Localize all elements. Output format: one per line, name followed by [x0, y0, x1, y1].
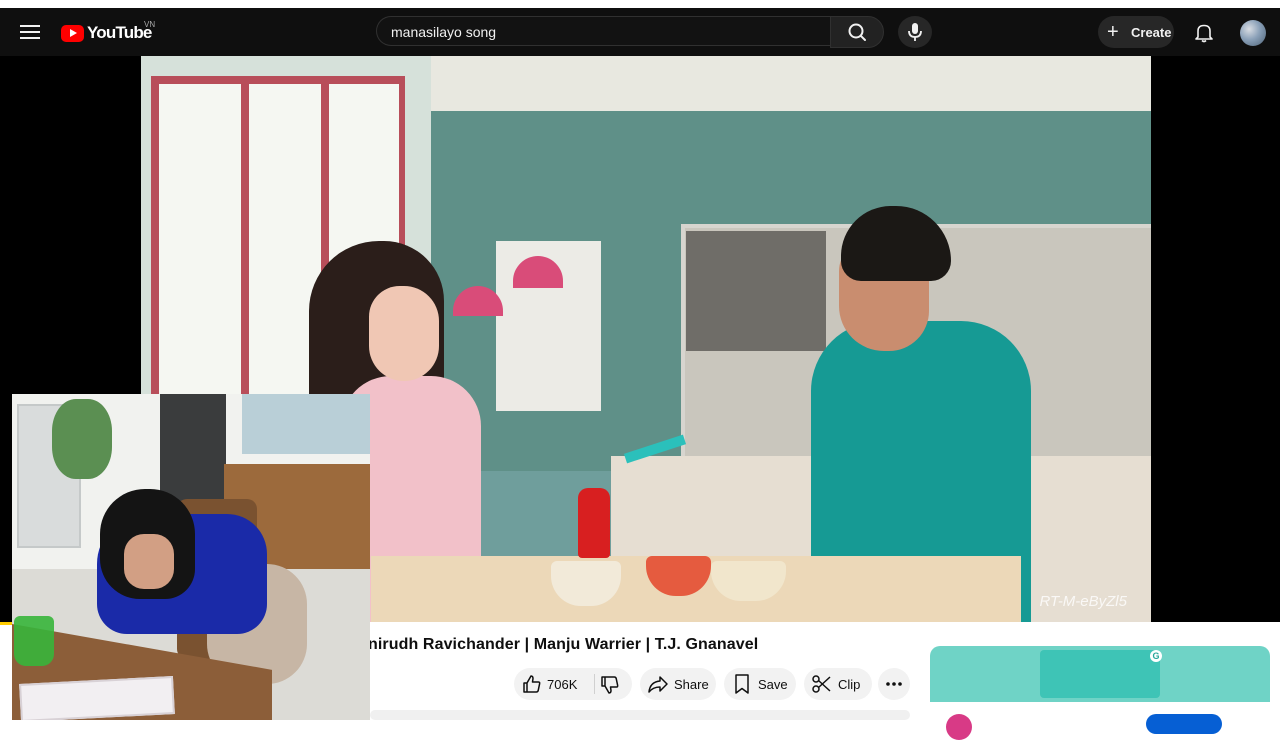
- search-button[interactable]: [830, 16, 884, 48]
- webcam-room-plant: [52, 399, 112, 479]
- notifications-button[interactable]: [1192, 20, 1216, 44]
- clip-button[interactable]: Clip: [804, 668, 872, 700]
- thumbs-up-icon: [523, 675, 541, 693]
- webcam-cup: [14, 616, 54, 666]
- ad-advertiser-avatar: [946, 714, 972, 740]
- scene-woman-face: [369, 286, 439, 381]
- webcam-keyboard: [19, 675, 175, 720]
- country-code: VN: [144, 20, 156, 29]
- description-box[interactable]: [370, 710, 910, 720]
- create-label: Create: [1131, 25, 1172, 40]
- like-count: 706K: [547, 677, 578, 692]
- ad-cta-button[interactable]: [1146, 714, 1222, 734]
- hamburger-menu-icon[interactable]: [18, 20, 42, 44]
- scene-sauce-bottle: [578, 488, 610, 558]
- scene-shelf-shadow: [686, 231, 826, 351]
- save-label: Save: [758, 677, 788, 692]
- microphone-icon: [908, 23, 922, 41]
- clip-label: Clip: [838, 677, 861, 692]
- webcam-person-face: [124, 534, 174, 589]
- share-button[interactable]: Share: [640, 668, 716, 700]
- like-dislike-group: 706K: [514, 668, 632, 700]
- share-arrow-icon: [648, 676, 668, 693]
- plus-icon: +: [1107, 21, 1119, 43]
- top-strip: [0, 0, 1280, 8]
- voice-search-button[interactable]: [898, 16, 932, 48]
- dislike-button[interactable]: [596, 668, 632, 700]
- save-button[interactable]: Save: [724, 668, 796, 700]
- create-button[interactable]: + Create: [1098, 16, 1174, 48]
- masthead: YouTube VN manasilayo song + Create: [0, 8, 1280, 56]
- bell-icon: [1195, 24, 1213, 43]
- sponsored-ad-banner[interactable]: G: [930, 646, 1270, 702]
- like-button[interactable]: 706K: [514, 668, 594, 700]
- youtube-play-icon: [61, 24, 84, 42]
- video-title: nirudh Ravichander | Manju Warrier | T.J…: [368, 636, 759, 653]
- thumbs-down-icon: [601, 676, 619, 694]
- search-icon: [848, 23, 866, 41]
- like-divider: [594, 674, 595, 694]
- video-watermark: RT-M-eByZl5: [1039, 593, 1127, 610]
- ad-info-row: [930, 702, 1270, 740]
- bookmark-icon: [735, 674, 749, 694]
- ad-logo-icon: G: [1150, 650, 1162, 662]
- more-horizontal-icon: [886, 682, 902, 686]
- ad-product-image: [1040, 650, 1160, 698]
- webcam-room-window: [242, 394, 370, 454]
- scissors-icon: [812, 675, 831, 693]
- webcam-room-fridge: [160, 394, 226, 504]
- more-actions-button[interactable]: [878, 668, 910, 700]
- search-input[interactable]: manasilayo song: [376, 16, 830, 46]
- share-label: Share: [674, 677, 709, 692]
- youtube-logo[interactable]: YouTube: [61, 23, 152, 43]
- logo-text: YouTube: [87, 23, 152, 42]
- webcam-overlay: [12, 394, 370, 720]
- search-box: manasilayo song: [376, 16, 884, 48]
- account-avatar[interactable]: [1240, 20, 1266, 46]
